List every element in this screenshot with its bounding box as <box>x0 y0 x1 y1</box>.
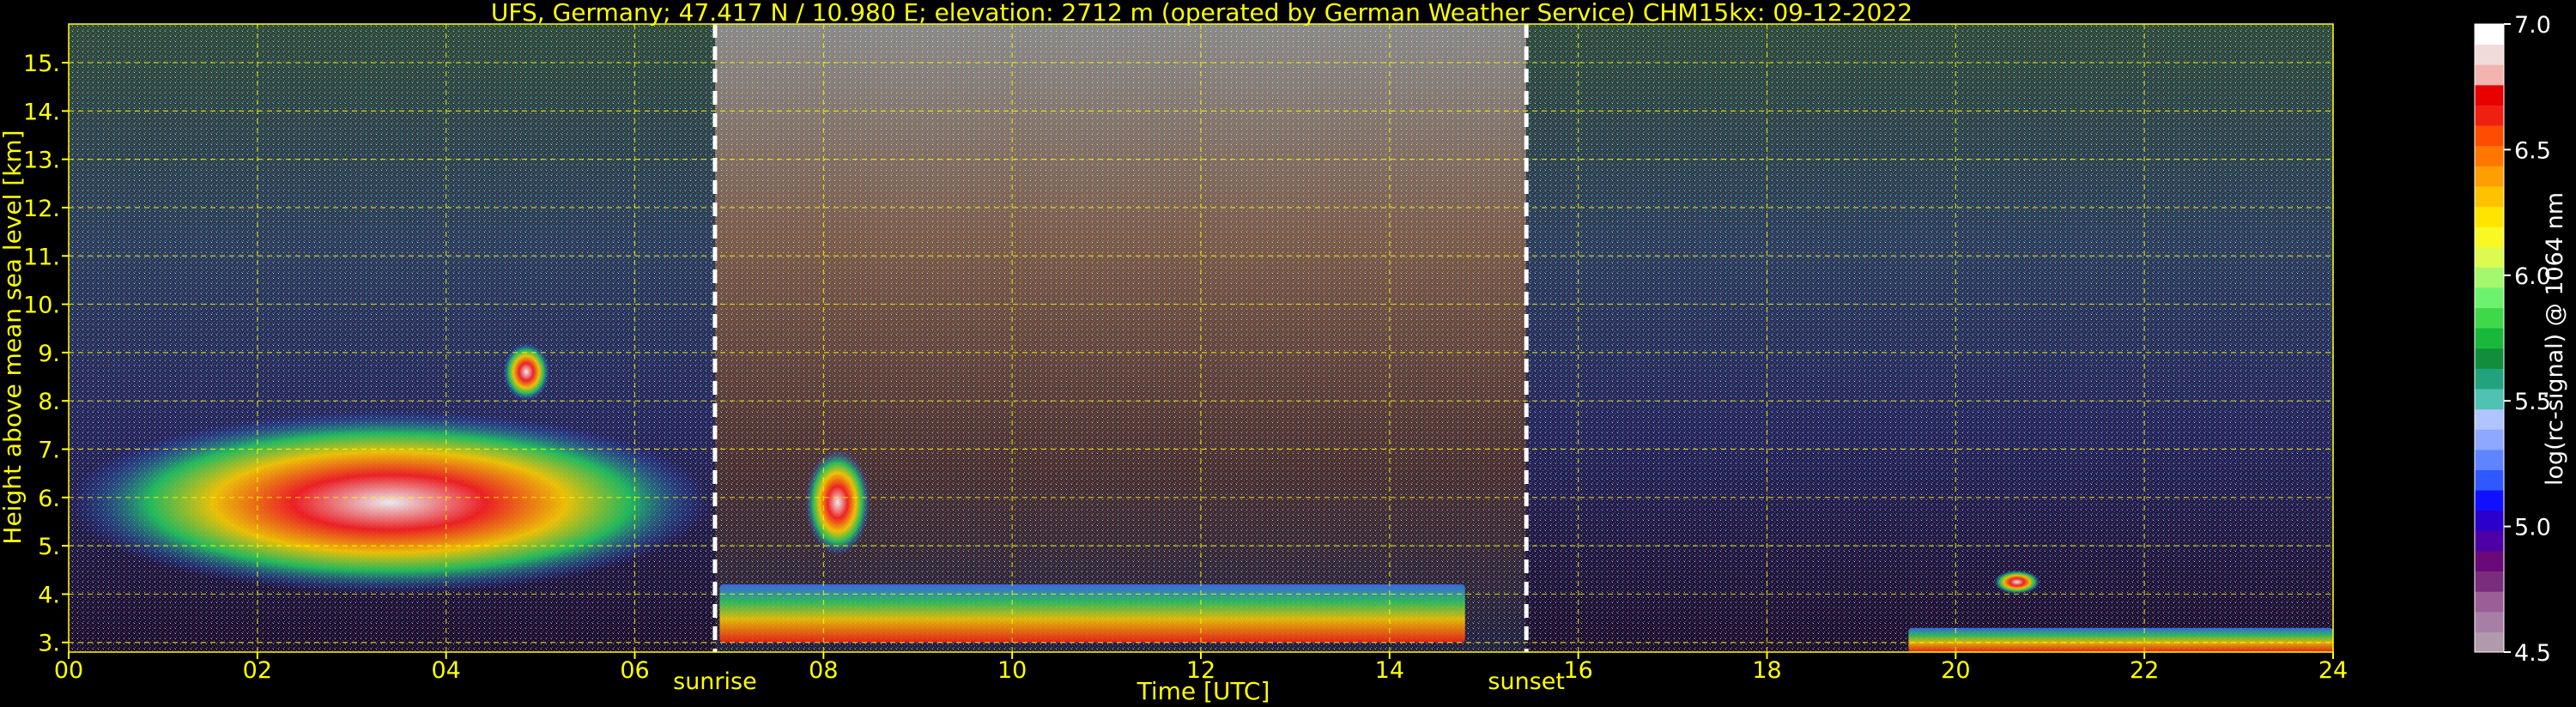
x-tick-label: 00 <box>54 657 83 684</box>
ceilometer-chart: 00 02 04 06 08 10 12 14 16 18 20 22 24 3.4.5.6.7.8.9… <box>0 0 2568 705</box>
x-tick-label: 08 <box>809 657 838 684</box>
x-tick-label: 20 <box>1941 657 1970 684</box>
colorbar-segment <box>2475 408 2504 430</box>
y-tick-label: 5. <box>38 534 60 560</box>
y-axis-label: Height above mean sea level [km] <box>0 130 27 544</box>
colorbar-segment <box>2475 105 2504 126</box>
signal-feature <box>502 342 550 402</box>
colorbar-segment <box>2475 631 2504 653</box>
y-tick-label: 6. <box>38 486 60 512</box>
colorbar-segment <box>2475 429 2504 450</box>
colorbar-segment <box>2475 530 2504 552</box>
colorbar-segment <box>2475 84 2504 106</box>
colorbar-segment <box>2475 347 2504 369</box>
y-tick-label: 9. <box>38 341 60 367</box>
colorbar-segment <box>2475 550 2504 572</box>
colorbar-segment <box>2475 389 2504 410</box>
colorbar-segment <box>2475 591 2504 613</box>
colorbar-segment <box>2475 328 2504 349</box>
signal-feature <box>719 584 1465 643</box>
colorbar-segment <box>2475 24 2504 45</box>
y-tick-label: 8. <box>38 389 60 415</box>
colorbar-segment <box>2475 64 2504 86</box>
x-tick-label: 04 <box>431 657 460 684</box>
sunset-label: sunset <box>1488 668 1565 695</box>
x-tick-label: 24 <box>2318 657 2348 684</box>
colorbar-segment <box>2475 267 2504 288</box>
sunrise-label: sunrise <box>673 668 757 695</box>
x-tick-label: 10 <box>997 657 1027 684</box>
signal-feature <box>69 410 711 595</box>
colorbar-tick-label: 6.5 <box>2514 137 2551 164</box>
colorbar-segment <box>2475 571 2504 592</box>
x-axis-label: Time [UTC] <box>1136 677 1270 705</box>
colorbar-segment <box>2475 44 2504 65</box>
x-tick-label: 16 <box>1563 657 1592 684</box>
y-tick-label: 11. <box>23 244 60 270</box>
colorbar-segment <box>2475 611 2504 632</box>
colorbar-label: log(rc-signal) @ 1064 nm <box>2542 192 2568 486</box>
colorbar-segment <box>2475 449 2504 470</box>
y-axis-ticks: 3. 4. 5. 6. 7. 8. 9. 10. 11. 12. 13. 14. 15. <box>23 51 69 657</box>
colorbar-segment <box>2475 166 2504 187</box>
x-tick-label: 06 <box>620 657 649 684</box>
y-tick-label: 13. <box>23 148 60 174</box>
y-tick-label: 14. <box>23 99 60 125</box>
chart-title: UFS, Germany; 47.417 N / 10.980 E; eleva… <box>491 0 1912 27</box>
y-tick-label: 10. <box>23 293 60 319</box>
y-tick-label: 3. <box>38 631 60 657</box>
colorbar-tick-label: 4.5 <box>2514 640 2551 667</box>
y-tick-label: 4. <box>38 582 60 608</box>
y-tick-label: 7. <box>38 438 60 464</box>
signal-feature <box>804 449 871 556</box>
y-tick-label: 15. <box>23 51 60 77</box>
colorbar-segment <box>2475 287 2504 309</box>
signal-feature <box>1908 627 2333 652</box>
colorbar-segment <box>2475 206 2504 227</box>
colorbar-segment <box>2475 185 2504 208</box>
colorbar: 4.55.05.56.06.57.0 <box>2474 12 2551 667</box>
colorbar-segment <box>2475 510 2504 531</box>
colorbar-segment <box>2475 125 2504 147</box>
colorbar-segment <box>2475 246 2504 268</box>
x-tick-label: 14 <box>1375 657 1404 684</box>
colorbar-tick-label: 7.0 <box>2514 12 2551 39</box>
plot-area <box>68 23 2334 653</box>
colorbar-segment <box>2475 469 2504 491</box>
x-tick-label: 02 <box>243 657 272 684</box>
colorbar-tick-label: 5.0 <box>2514 515 2551 541</box>
x-tick-label: 18 <box>1752 657 1781 684</box>
y-tick-label: 12. <box>23 196 60 222</box>
colorbar-segment <box>2475 145 2504 166</box>
colorbar-segment <box>2475 227 2504 248</box>
colorbar-segment <box>2475 490 2504 511</box>
signal-feature <box>1993 570 2041 595</box>
colorbar-segment <box>2475 307 2504 329</box>
colorbar-segment <box>2475 368 2504 390</box>
x-tick-label: 22 <box>2130 657 2159 684</box>
